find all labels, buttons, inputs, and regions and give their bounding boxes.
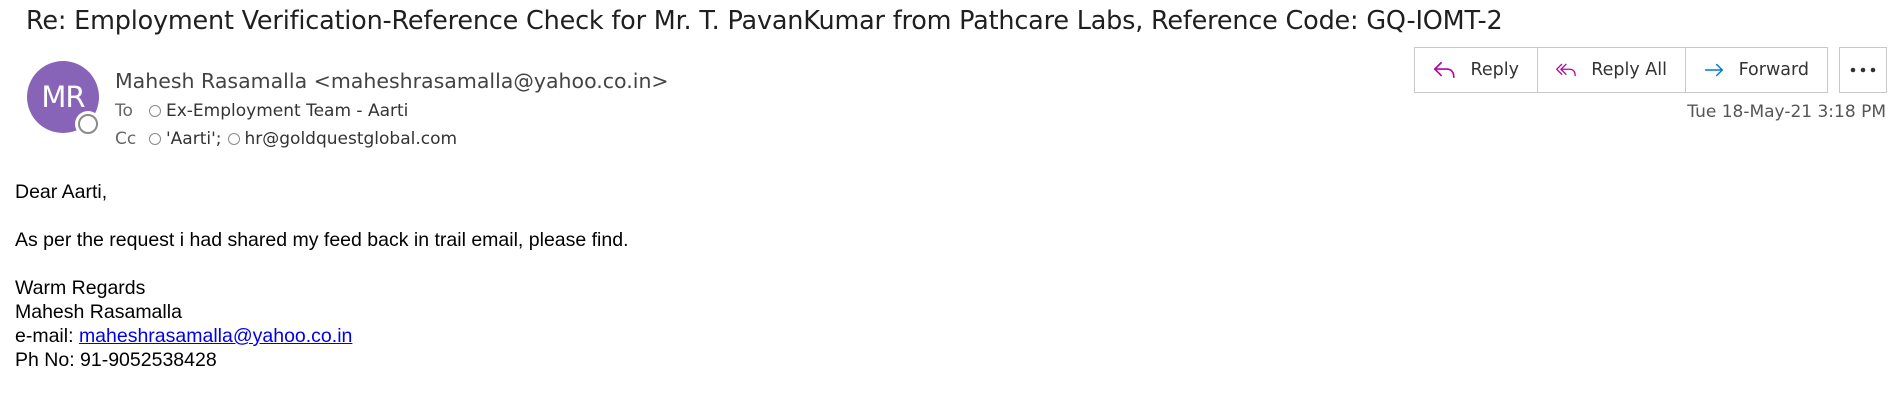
forward-label: Forward xyxy=(1738,60,1809,80)
signature-name: Mahesh Rasamalla xyxy=(15,301,182,323)
closing: Warm Regards xyxy=(15,277,146,299)
to-row: To Ex-Employment Team - Aarti xyxy=(115,101,408,121)
more-actions-button[interactable] xyxy=(1839,47,1887,93)
sent-timestamp: Tue 18-May-21 3:18 PM xyxy=(1687,102,1886,122)
signature-email: e-mail: maheshrasamalla@yahoo.co.in xyxy=(15,324,629,348)
forward-button[interactable]: Forward xyxy=(1685,48,1827,92)
reply-all-button[interactable]: Reply All xyxy=(1537,48,1685,92)
message-actions: Reply Reply All Forward xyxy=(1414,47,1828,93)
email-label: e-mail: xyxy=(15,325,79,347)
email-link[interactable]: maheshrasamalla@yahoo.co.in xyxy=(79,325,352,347)
reply-all-label: Reply All xyxy=(1591,60,1667,80)
cc-recipient[interactable]: 'Aarti'; xyxy=(166,129,222,149)
cc-recipient[interactable]: hr@goldquestglobal.com xyxy=(245,129,458,149)
sender-name[interactable]: Mahesh Rasamalla <maheshrasamalla@yahoo.… xyxy=(115,69,669,93)
more-icon xyxy=(1850,67,1876,73)
forward-icon xyxy=(1704,63,1723,77)
recipient-status-icon xyxy=(149,133,161,145)
presence-status-icon xyxy=(78,114,98,134)
recipient-status-icon xyxy=(149,105,161,117)
to-label: To xyxy=(115,101,133,121)
avatar-initials: MR xyxy=(41,80,85,114)
reply-icon xyxy=(1433,61,1455,79)
email-subject: Re: Employment Verification-Reference Ch… xyxy=(26,6,1503,36)
message-text: As per the request i had shared my feed … xyxy=(15,229,629,251)
reply-label: Reply xyxy=(1470,60,1519,80)
signature-phone: Ph No: 91-9052538428 xyxy=(15,349,217,371)
cc-label: Cc xyxy=(115,129,137,149)
reply-button[interactable]: Reply xyxy=(1415,48,1537,92)
recipient-status-icon xyxy=(227,133,240,145)
cc-row: Cc 'Aarti'; hr@goldquestglobal.com xyxy=(115,129,457,149)
greeting: Dear Aarti, xyxy=(15,181,108,203)
to-recipient[interactable]: Ex-Employment Team - Aarti xyxy=(166,101,408,121)
reply-all-icon xyxy=(1556,63,1576,77)
message-body: Dear Aarti, As per the request i had sha… xyxy=(15,180,629,372)
